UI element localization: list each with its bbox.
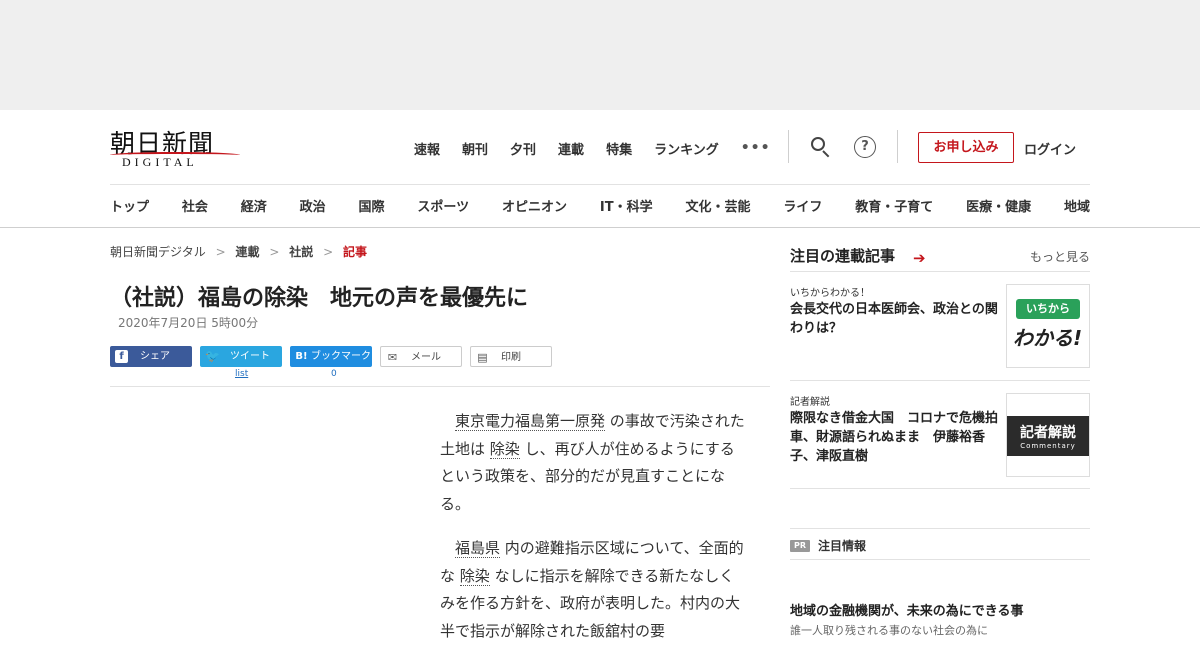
hatena-bookmark-label: ブックマーク	[311, 351, 371, 362]
card-kicker: 記者解説	[790, 397, 830, 408]
masthead-divider	[110, 184, 1090, 185]
cat-economy[interactable]: 経済	[241, 196, 267, 215]
cat-politics[interactable]: 政治	[300, 196, 326, 215]
cat-it-science[interactable]: IT・科学	[600, 196, 653, 215]
nav-divider-right	[897, 130, 898, 163]
cat-opinion[interactable]: オピニオン	[502, 196, 567, 215]
topnav-evening[interactable]: 夕刊	[510, 139, 536, 158]
card-kicker: いちからわかる！	[790, 288, 870, 299]
hatena-count: 0	[331, 369, 337, 379]
masthead: 朝日新聞 DIGITAL 速報 朝刊 夕刊 連載 特集 ランキング ••• ? …	[0, 110, 1200, 228]
hatena-icon: B!	[295, 351, 308, 362]
thumbnail-pill: いちから	[1016, 299, 1080, 319]
facebook-share-button[interactable]: f シェア	[110, 346, 192, 367]
breadcrumb: 朝日新聞デジタル > 連載 > 社説 > 記事	[110, 243, 367, 260]
cat-culture[interactable]: 文化・芸能	[685, 196, 750, 215]
more-link[interactable]: もっと見る	[1030, 248, 1090, 265]
arrow-right-icon: ➔	[913, 249, 926, 267]
help-icon[interactable]: ?	[854, 136, 876, 158]
login-link[interactable]: ログイン	[1024, 139, 1076, 158]
twitter-share-label: ツイート	[230, 351, 270, 362]
category-nav: トップ 社会 経済 政治 国際 スポーツ オピニオン IT・科学 文化・芸能 ラ…	[110, 196, 1090, 215]
facebook-icon: f	[115, 350, 128, 363]
cat-region[interactable]: 地域	[1064, 196, 1090, 215]
twitter-icon: 🐦	[205, 349, 220, 363]
ad-banner-area	[0, 0, 1200, 110]
cat-international[interactable]: 国際	[359, 196, 385, 215]
topnav-features[interactable]: 特集	[606, 139, 632, 158]
thumbnail-banner: 記者解説 Commentary	[1007, 416, 1089, 456]
nav-divider-left	[788, 130, 789, 163]
pr-item-title[interactable]: 地域の金融機関が、未来の為にできる事	[790, 600, 1090, 619]
mail-share-label: メール	[411, 352, 441, 363]
top-nav: 速報 朝刊 夕刊 連載 特集 ランキング •••	[414, 137, 771, 159]
pr-badge: PR	[790, 540, 810, 552]
breadcrumb-sep: >	[215, 245, 226, 259]
card-thumbnail[interactable]: いちから わかる!	[1006, 284, 1090, 368]
topnav-series[interactable]: 連載	[558, 139, 584, 158]
cat-top[interactable]: トップ	[110, 196, 149, 215]
term-link[interactable]: 福島県	[455, 539, 501, 558]
topnav-morning[interactable]: 朝刊	[462, 139, 488, 158]
breadcrumb-series[interactable]: 連載	[235, 245, 259, 259]
card-thumbnail[interactable]: 記者解説 Commentary	[1006, 393, 1090, 477]
article-date: 2020年7月20日 5時00分	[118, 316, 259, 330]
twitter-count[interactable]: list	[235, 369, 248, 379]
cat-society[interactable]: 社会	[182, 196, 208, 215]
cat-sports[interactable]: スポーツ	[417, 196, 469, 215]
term-link[interactable]: 除染	[459, 566, 490, 586]
twitter-share-button[interactable]: 🐦 ツイート	[200, 346, 282, 367]
sidebar-title[interactable]: 注目の連載記事	[790, 245, 895, 266]
cat-life[interactable]: ライフ	[783, 196, 822, 215]
paragraph-text: し、再び人が住めるようにするという政策を、部分的だが見直すことになる。	[440, 439, 735, 513]
series-card[interactable]: 記者解説 際限なき借金大国 コロナで危機拍車、財源語られぬまま 伊藤裕香子、津阪…	[790, 393, 1090, 489]
search-icon[interactable]	[810, 136, 832, 158]
breadcrumb-section[interactable]: 社説	[289, 245, 313, 259]
thumbnail-title: 記者解説	[1020, 425, 1076, 441]
sidebar-header: 注目の連載記事 ➔ もっと見る	[790, 244, 1090, 272]
subscribe-button[interactable]: お申し込み	[918, 132, 1014, 163]
card-title[interactable]: 際限なき借金大国 コロナで危機拍車、財源語られぬまま 伊藤裕香子、津阪直樹	[790, 409, 1002, 466]
mail-icon: ✉	[387, 351, 398, 364]
breadcrumb-sep: >	[269, 245, 280, 259]
logo-latin: DIGITAL	[122, 155, 198, 169]
pr-label: 注目情報	[818, 539, 867, 553]
breadcrumb-current: 記事	[342, 245, 367, 259]
breadcrumb-sep: >	[323, 245, 334, 259]
series-card[interactable]: いちからわかる！ 会長交代の日本医師会、政治との関わりは？ いちから わかる!	[790, 284, 1090, 381]
term-link[interactable]: 東京電力福島第一原発	[455, 412, 606, 431]
print-icon: ▤	[477, 351, 488, 364]
facebook-share-label: シェア	[140, 351, 170, 362]
article-title: （社説）福島の除染 地元の声を最優先に	[110, 286, 529, 311]
topnav-breaking[interactable]: 速報	[414, 139, 440, 158]
hatena-bookmark-button[interactable]: B! ブックマーク	[290, 346, 372, 367]
site-logo[interactable]: 朝日新聞 DIGITAL	[110, 124, 240, 170]
article-paragraph: 福島県 内の避難指示区域について、全面的な 除染 なしに指示を解除できる新たなし…	[440, 535, 745, 645]
cat-education[interactable]: 教育・子育て	[855, 196, 933, 215]
mail-share-button[interactable]: ✉ メール	[380, 346, 462, 367]
breadcrumb-home[interactable]: 朝日新聞デジタル	[110, 245, 206, 259]
print-button[interactable]: ▤ 印刷	[470, 346, 552, 367]
topnav-ranking[interactable]: ランキング	[654, 139, 719, 158]
article-body: 東京電力福島第一原発 の事故で汚染された土地は 除染 し、再び人が住めるようにす…	[440, 408, 745, 662]
article-paragraph: 東京電力福島第一原発 の事故で汚染された土地は 除染 し、再び人が住めるようにす…	[440, 408, 745, 518]
more-menu-icon[interactable]: •••	[741, 140, 771, 156]
thumbnail-subtitle: Commentary	[1020, 442, 1076, 450]
term-link[interactable]: 除染	[489, 439, 520, 459]
thumbnail-logo-text: わかる!	[1013, 326, 1083, 350]
share-divider	[110, 386, 770, 387]
card-title[interactable]: 会長交代の日本医師会、政治との関わりは？	[790, 300, 1002, 338]
pr-header: PR 注目情報	[790, 528, 1090, 560]
print-label: 印刷	[501, 352, 521, 363]
pr-item-subtitle[interactable]: 誰一人取り残される事のない社会の為に	[790, 622, 1050, 638]
cat-health[interactable]: 医療・健康	[966, 196, 1031, 215]
